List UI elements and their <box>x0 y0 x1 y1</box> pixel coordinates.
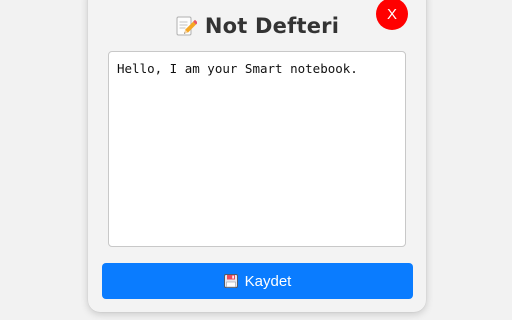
note-textarea[interactable] <box>108 51 406 247</box>
save-button[interactable]: Kaydet <box>102 263 413 299</box>
page-title: Not Defteri <box>204 14 340 38</box>
save-button-label: Kaydet <box>244 272 292 290</box>
floppy-disk-icon <box>223 274 238 288</box>
header: Not Defteri <box>88 10 426 42</box>
memo-icon <box>175 15 198 37</box>
